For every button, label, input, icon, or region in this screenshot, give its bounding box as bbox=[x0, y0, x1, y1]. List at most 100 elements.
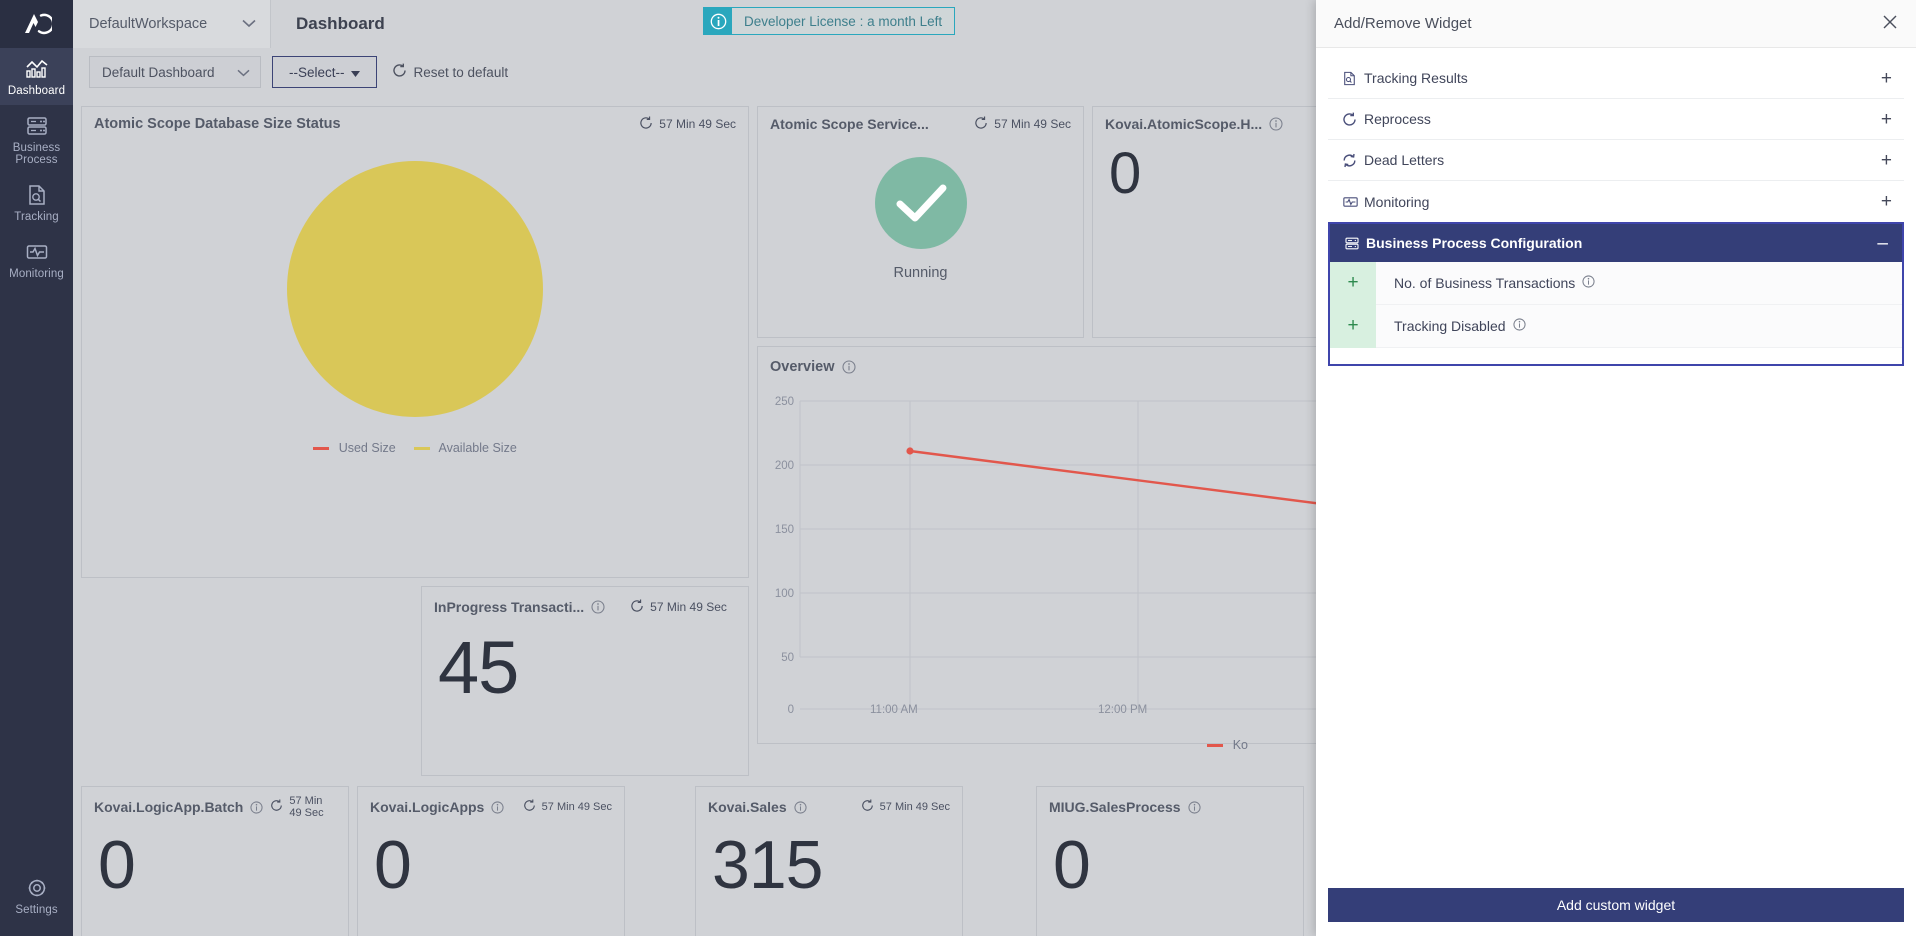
info-icon[interactable] bbox=[794, 800, 807, 814]
dashboard-selector-value: Default Dashboard bbox=[102, 64, 215, 80]
pie-chart bbox=[82, 159, 748, 419]
widget-row-label: Dead Letters bbox=[1364, 152, 1445, 168]
widget-row-label: Reprocess bbox=[1364, 111, 1431, 127]
pulse-monitor-icon bbox=[24, 241, 50, 263]
card-title: InProgress Transacti... bbox=[434, 599, 585, 615]
refresh-indicator[interactable]: 57 Min 49 Sec bbox=[523, 799, 612, 815]
card-header: Atomic Scope Database Size Status 57 Min… bbox=[82, 107, 748, 141]
add-widget-button[interactable]: + bbox=[1881, 151, 1892, 170]
y-tick-50: 50 bbox=[781, 652, 794, 664]
widget-select-dropdown[interactable]: --Select-- bbox=[272, 56, 377, 88]
add-widget-button[interactable]: + bbox=[1881, 110, 1892, 129]
widget-row-dead-letters[interactable]: Dead Letters + bbox=[1328, 140, 1904, 181]
widget-subrow-label: No. of Business Transactions bbox=[1394, 275, 1576, 291]
widget-subrow-tracking-disabled[interactable]: + Tracking Disabled bbox=[1330, 304, 1902, 348]
info-icon[interactable] bbox=[591, 600, 605, 614]
info-icon[interactable] bbox=[1187, 800, 1201, 814]
widget-row-reprocess[interactable]: Reprocess + bbox=[1328, 99, 1904, 140]
card-service-status: Atomic Scope Service... 57 Min 49 Sec Ru… bbox=[757, 106, 1084, 338]
add-custom-widget-button[interactable]: Add custom widget bbox=[1328, 888, 1904, 922]
card-title: Kovai.AtomicScope.H... bbox=[1105, 116, 1263, 132]
add-widget-button[interactable]: + bbox=[1330, 261, 1376, 305]
sidebar-item-monitoring[interactable]: Monitoring bbox=[0, 231, 73, 288]
close-icon[interactable] bbox=[1882, 14, 1898, 33]
pie-chart-svg bbox=[287, 161, 543, 417]
add-widget-button[interactable]: + bbox=[1881, 192, 1892, 211]
sidebar-item-label: Tracking bbox=[14, 211, 59, 223]
card-header: Atomic Scope Service... 57 Min 49 Sec bbox=[758, 107, 1083, 141]
card-value: 0 bbox=[374, 827, 412, 903]
sidebar-item-business-process[interactable]: Business Process bbox=[0, 105, 73, 174]
chevron-down-icon bbox=[242, 16, 256, 32]
refresh-indicator[interactable]: 57 Min 49 Sec bbox=[639, 116, 736, 133]
info-icon[interactable] bbox=[1582, 275, 1595, 291]
refresh-time: 57 Min 49 Sec bbox=[879, 801, 950, 813]
widget-row-monitoring[interactable]: Monitoring + bbox=[1328, 181, 1904, 222]
card-title: Kovai.Sales bbox=[708, 799, 787, 815]
sidebar-item-label: Monitoring bbox=[9, 268, 64, 280]
caret-down-icon bbox=[350, 65, 360, 80]
refresh-icon bbox=[630, 599, 644, 616]
card-value: 0 bbox=[98, 827, 136, 903]
widget-subrow-no-of-business-transactions[interactable]: + No. of Business Transactions bbox=[1330, 261, 1902, 305]
sidebar: Dashboard Business Process Tracking Moni… bbox=[0, 0, 73, 936]
sidebar-item-settings[interactable]: Settings bbox=[0, 867, 73, 924]
info-icon[interactable] bbox=[1512, 318, 1526, 334]
widget-row-tracking-results[interactable]: Tracking Results + bbox=[1328, 58, 1904, 99]
y-tick-200: 200 bbox=[775, 460, 794, 472]
refresh-icon bbox=[270, 799, 283, 815]
workspace-selector[interactable]: DefaultWorkspace bbox=[73, 0, 271, 48]
add-widget-button[interactable]: + bbox=[1881, 69, 1892, 88]
card-value: 0 bbox=[1053, 827, 1091, 903]
info-icon[interactable] bbox=[1269, 117, 1283, 131]
sidebar-item-label: Settings bbox=[15, 904, 58, 916]
card-title: Overview bbox=[770, 359, 835, 375]
card-header: Kovai.LogicApp.Batch 57 Min 49 Sec bbox=[82, 787, 348, 827]
refresh-icon bbox=[523, 799, 536, 815]
chevron-down-icon bbox=[237, 65, 250, 80]
x-tick-label: 11:00 AM bbox=[870, 704, 918, 716]
widget-group-business-process-configuration: Business Process Configuration – + No. o… bbox=[1328, 222, 1904, 366]
info-icon[interactable] bbox=[491, 800, 504, 814]
workspace-selector-value: DefaultWorkspace bbox=[89, 16, 208, 32]
legend-label: Used Size bbox=[338, 441, 396, 455]
dashboard-selector[interactable]: Default Dashboard bbox=[89, 56, 261, 88]
info-icon[interactable] bbox=[250, 800, 263, 814]
widget-group-label: Business Process Configuration bbox=[1366, 235, 1583, 251]
card-title: Kovai.LogicApp.Batch bbox=[94, 799, 244, 815]
widget-select-label: --Select-- bbox=[289, 64, 345, 80]
app-logo[interactable] bbox=[0, 0, 73, 48]
info-icon[interactable] bbox=[841, 360, 856, 374]
reprocess-icon bbox=[1342, 112, 1364, 127]
reset-to-default-button[interactable]: Reset to default bbox=[392, 63, 508, 81]
card-value: 315 bbox=[712, 827, 823, 903]
pie-chart-legend: Used Size Available Size bbox=[82, 441, 748, 455]
sidebar-item-label: Business Process bbox=[12, 142, 61, 166]
refresh-time: 57 Min 49 Sec bbox=[659, 117, 736, 131]
sidebar-item-tracking[interactable]: Tracking bbox=[0, 174, 73, 231]
card-title: Atomic Scope Database Size Status bbox=[94, 116, 341, 132]
refresh-indicator[interactable]: 57 Min 49 Sec bbox=[974, 116, 1071, 133]
x-tick-label: 12:00 PM bbox=[1098, 704, 1148, 716]
sidebar-item-label: Dashboard bbox=[7, 85, 66, 97]
license-badge[interactable]: Developer License : a month Left bbox=[703, 7, 956, 35]
panel-body: Tracking Results + Reprocess + Dead Lett… bbox=[1316, 48, 1916, 878]
refresh-icon bbox=[639, 116, 653, 133]
collapse-group-button[interactable]: – bbox=[1877, 234, 1888, 253]
widget-row-label: Tracking Results bbox=[1364, 70, 1468, 86]
card-header: Kovai.Sales 57 Min 49 Sec bbox=[696, 787, 962, 827]
legend-item-series: Ko bbox=[1207, 738, 1248, 752]
service-status-label: Running bbox=[893, 265, 948, 281]
sidebar-item-dashboard[interactable]: Dashboard bbox=[0, 48, 73, 105]
legend-item-available-size: Available Size bbox=[413, 441, 517, 455]
add-widget-button[interactable]: + bbox=[1330, 304, 1376, 348]
card-header: InProgress Transacti... 57 Min 49 Sec bbox=[422, 587, 748, 627]
refresh-indicator[interactable]: 57 Min 49 Sec bbox=[270, 795, 336, 819]
refresh-indicator[interactable]: 57 Min 49 Sec bbox=[861, 799, 950, 815]
refresh-indicator[interactable]: 57 Min 49 Sec bbox=[630, 599, 727, 616]
y-tick-100: 100 bbox=[775, 588, 794, 600]
card-title: Kovai.LogicApps bbox=[370, 799, 485, 815]
refresh-cycle-icon bbox=[1342, 153, 1364, 168]
widget-group-header[interactable]: Business Process Configuration – bbox=[1330, 224, 1902, 262]
card-kovai-sales: Kovai.Sales 57 Min 49 Sec 315 bbox=[695, 786, 963, 936]
